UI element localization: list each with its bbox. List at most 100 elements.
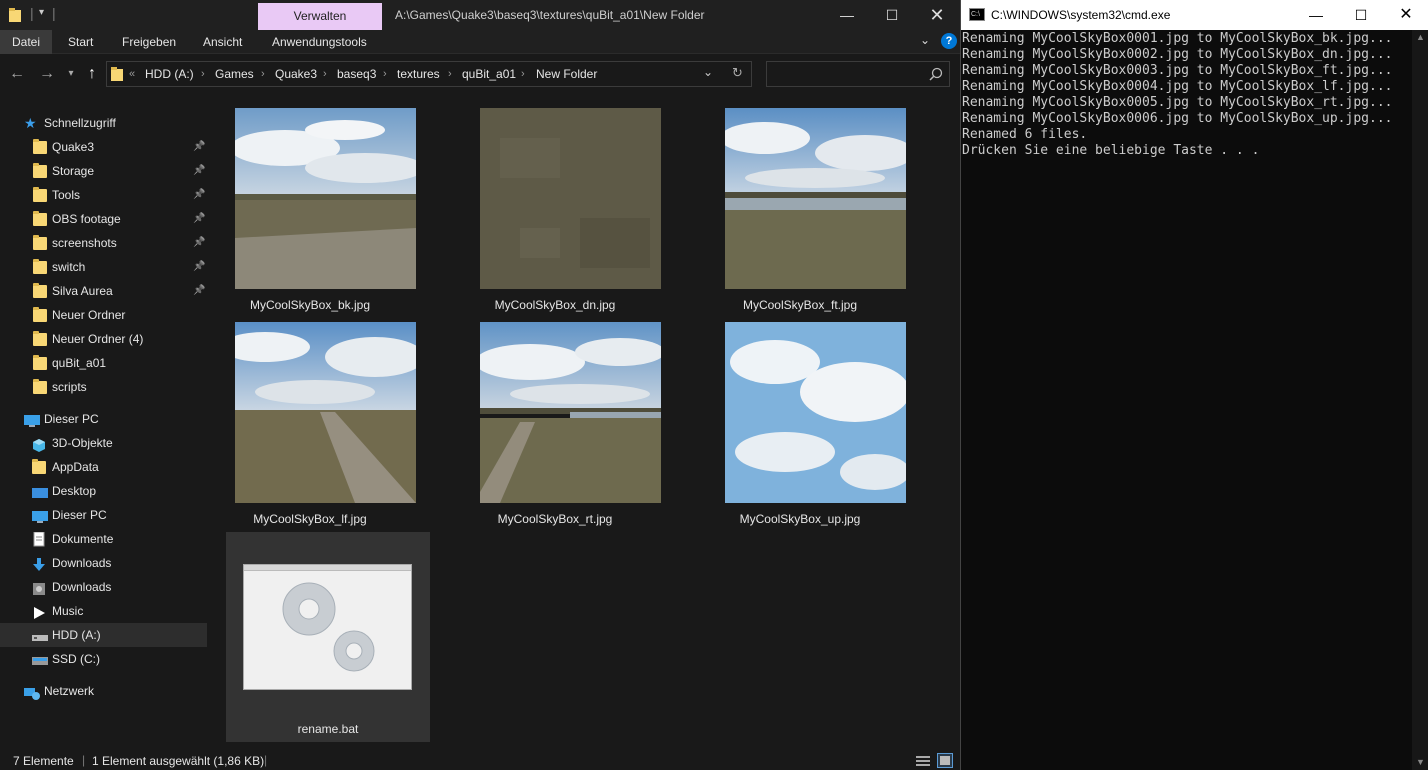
breadcrumb-separator-icon: › bbox=[323, 68, 327, 80]
sidebar-item-quick-access[interactable]: Storage 📌 bbox=[0, 159, 207, 183]
breadcrumb-baseq3[interactable]: baseq3 bbox=[337, 62, 376, 86]
tab-anwendungstools[interactable]: Anwendungstools bbox=[260, 30, 379, 54]
folder-icon bbox=[33, 235, 47, 250]
sidebar-item-this-pc[interactable]: HDD (A:) bbox=[0, 623, 207, 647]
pin-icon[interactable]: 📌 bbox=[193, 255, 205, 279]
cmd-output[interactable]: Renaming MyCoolSkyBox0001.jpg to MyCoolS… bbox=[962, 31, 1412, 770]
nav-label: Neuer Ordner bbox=[52, 308, 126, 322]
ribbon-tabs: Datei Start Freigeben Ansicht Anwendungs… bbox=[0, 30, 960, 54]
download-icon bbox=[32, 556, 46, 571]
navigation-pane: ★ Schnellzugriff Quake3 📌 Storage 📌 Tools 📌 OB… bbox=[0, 96, 207, 748]
breadcrumb-qubit[interactable]: quBit_a01 bbox=[462, 62, 516, 86]
cmd-minimize-button[interactable]: — bbox=[1293, 0, 1339, 30]
minimize-button[interactable]: — bbox=[824, 0, 870, 30]
scroll-up-icon[interactable]: ▲ bbox=[1416, 32, 1425, 42]
hdd-icon bbox=[32, 628, 48, 642]
nav-label: Dokumente bbox=[52, 532, 114, 546]
file-tile[interactable]: MyCoolSkyBox_dn.jpg bbox=[453, 96, 661, 318]
sidebar-item-this-pc[interactable]: Desktop bbox=[0, 479, 207, 503]
nav-label: Downloads bbox=[52, 580, 112, 594]
gear-icon bbox=[282, 582, 375, 672]
recent-locations-icon[interactable]: ▾ bbox=[60, 63, 82, 85]
pin-icon[interactable]: 📌 bbox=[193, 159, 205, 183]
breadcrumb-games[interactable]: Games bbox=[215, 62, 254, 86]
sidebar-item-quick-access[interactable]: Neuer Ordner (4) bbox=[0, 327, 207, 351]
pin-icon[interactable]: 📌 bbox=[193, 183, 205, 207]
breadcrumb-textures[interactable]: textures bbox=[397, 62, 440, 86]
nav-label: scripts bbox=[52, 380, 87, 394]
pin-icon[interactable]: 📌 bbox=[193, 279, 205, 303]
sidebar-item-this-pc[interactable]: 3D-Objekte bbox=[0, 431, 207, 455]
search-input[interactable] bbox=[766, 61, 950, 87]
maximize-button[interactable]: ☐ bbox=[869, 0, 915, 30]
scroll-down-icon[interactable]: ▼ bbox=[1416, 757, 1425, 767]
folder-icon bbox=[33, 139, 47, 154]
file-list: MyCoolSkyBox_bk.jpg MyCoolSkyBox_dn.jpg bbox=[208, 96, 960, 748]
sidebar-item-quick-access[interactable]: switch 📌 bbox=[0, 255, 207, 279]
tab-start[interactable]: Start bbox=[56, 30, 105, 54]
nav-network[interactable]: Netzwerk bbox=[0, 679, 207, 703]
nav-label: Downloads bbox=[52, 556, 112, 570]
sidebar-item-this-pc[interactable]: Music bbox=[0, 599, 207, 623]
file-tile[interactable]: MyCoolSkyBox_bk.jpg bbox=[208, 96, 425, 318]
file-tile[interactable]: MyCoolSkyBox_lf.jpg bbox=[208, 310, 425, 532]
tab-ansicht[interactable]: Ansicht bbox=[191, 30, 254, 54]
tab-freigeben[interactable]: Freigeben bbox=[110, 30, 188, 54]
help-icon[interactable]: ? bbox=[941, 33, 957, 49]
folder-icon bbox=[8, 7, 22, 23]
quick-access-dropdown-icon[interactable]: ▾ bbox=[39, 7, 44, 18]
cmd-line: Renaming MyCoolSkyBox0002.jpg to MyCoolS… bbox=[962, 47, 1393, 62]
file-tile[interactable]: MyCoolSkyBox_ft.jpg bbox=[698, 96, 915, 318]
cmd-maximize-button[interactable]: ☐ bbox=[1338, 0, 1384, 30]
sidebar-item-quick-access[interactable]: Silva Aurea 📌 bbox=[0, 279, 207, 303]
sidebar-item-quick-access[interactable]: Neuer Ordner bbox=[0, 303, 207, 327]
sidebar-item-this-pc[interactable]: Downloads bbox=[0, 551, 207, 575]
sidebar-item-this-pc[interactable]: AppData bbox=[0, 455, 207, 479]
sidebar-item-this-pc[interactable]: Downloads bbox=[0, 575, 207, 599]
details-view-icon[interactable] bbox=[916, 755, 930, 770]
file-name: MyCoolSkyBox_up.jpg bbox=[739, 512, 861, 526]
file-tile[interactable]: MyCoolSkyBox_rt.jpg bbox=[453, 310, 665, 532]
search-icon bbox=[929, 67, 943, 84]
breadcrumb-hdd[interactable]: HDD (A:) bbox=[145, 62, 194, 86]
tab-datei[interactable]: Datei bbox=[0, 30, 53, 54]
cmd-close-button[interactable]: ✕ bbox=[1383, 0, 1428, 30]
file-name: MyCoolSkyBox_lf.jpg bbox=[253, 512, 367, 526]
tab-verwalten[interactable]: Verwalten bbox=[258, 3, 382, 30]
file-tile-selected[interactable]: rename.bat bbox=[226, 532, 430, 742]
sidebar-item-quick-access[interactable]: Quake3 📌 bbox=[0, 135, 207, 159]
file-tile[interactable]: MyCoolSkyBox_up.jpg bbox=[698, 310, 910, 532]
cmd-scrollbar[interactable]: ▲ ▼ bbox=[1412, 30, 1428, 770]
sidebar-item-quick-access[interactable]: scripts bbox=[0, 375, 207, 399]
large-icons-view-icon[interactable] bbox=[937, 753, 953, 768]
close-button[interactable]: ✕ bbox=[914, 0, 960, 30]
item-count: 7 Elemente bbox=[13, 754, 74, 768]
nav-this-pc[interactable]: Dieser PC bbox=[0, 407, 207, 431]
breadcrumb-new-folder[interactable]: New Folder bbox=[536, 62, 597, 86]
address-bar[interactable]: « HDD (A:) › Games › Quake3 › baseq3 › t… bbox=[106, 61, 752, 87]
sidebar-item-quick-access[interactable]: quBit_a01 bbox=[0, 351, 207, 375]
sidebar-item-this-pc[interactable]: Dieser PC bbox=[0, 503, 207, 527]
back-button[interactable]: ← bbox=[6, 63, 28, 85]
address-dropdown-icon[interactable]: ⌄ bbox=[703, 65, 713, 79]
sidebar-item-quick-access[interactable]: OBS footage 📌 bbox=[0, 207, 207, 231]
star-icon: ★ bbox=[24, 115, 37, 131]
pin-icon[interactable]: 📌 bbox=[193, 135, 205, 159]
sidebar-item-quick-access[interactable]: screenshots 📌 bbox=[0, 231, 207, 255]
pin-icon[interactable]: 📌 bbox=[193, 231, 205, 255]
up-button[interactable]: ↑ bbox=[81, 63, 103, 85]
sidebar-item-this-pc[interactable]: SSD (C:) bbox=[0, 647, 207, 671]
image-thumbnail bbox=[220, 322, 425, 503]
ribbon-expand-icon[interactable]: ⌄ bbox=[920, 33, 930, 47]
nav-quick-access[interactable]: ★ Schnellzugriff bbox=[0, 111, 207, 135]
forward-button[interactable]: → bbox=[36, 63, 58, 85]
refresh-icon[interactable]: ↻ bbox=[732, 65, 743, 81]
sidebar-item-quick-access[interactable]: Tools 📌 bbox=[0, 183, 207, 207]
breadcrumb-quake3[interactable]: Quake3 bbox=[275, 62, 317, 86]
sidebar-item-this-pc[interactable]: Dokumente bbox=[0, 527, 207, 551]
cmd-line: Renaming MyCoolSkyBox0001.jpg to MyCoolS… bbox=[962, 31, 1393, 46]
pin-icon[interactable]: 📌 bbox=[193, 207, 205, 231]
address-row: ← → ▾ ↑ « HDD (A:) › Games › Quake3 › ba… bbox=[0, 55, 960, 93]
breadcrumb-overflow[interactable]: « bbox=[129, 62, 135, 86]
separator-icon: | bbox=[82, 753, 86, 767]
